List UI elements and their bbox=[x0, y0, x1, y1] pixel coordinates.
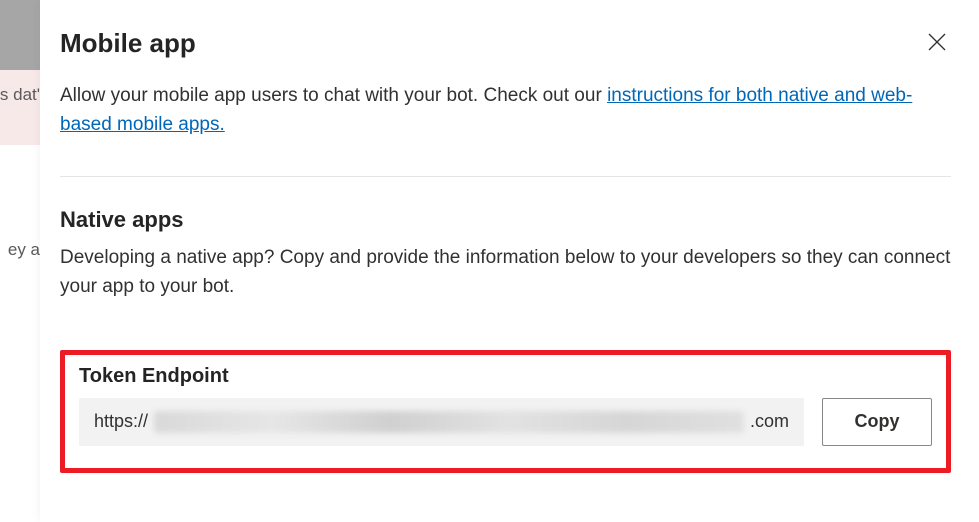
background-panel: 's dat ey a bbox=[0, 0, 40, 522]
page-title: Mobile app bbox=[60, 28, 196, 59]
token-endpoint-input[interactable]: https:// .com bbox=[79, 398, 804, 446]
section-divider bbox=[60, 176, 951, 177]
panel-header: Mobile app bbox=[60, 28, 951, 59]
background-text-fragment: 's dat bbox=[0, 85, 40, 105]
background-strip-dark bbox=[0, 0, 40, 70]
native-apps-heading: Native apps bbox=[60, 207, 951, 233]
background-text-fragment: ey a bbox=[0, 240, 40, 260]
token-endpoint-value-suffix: .com bbox=[750, 411, 789, 432]
close-icon bbox=[927, 32, 947, 52]
token-endpoint-highlight: Token Endpoint https:// .com Copy bbox=[60, 350, 951, 473]
intro-text: Allow your mobile app users to chat with… bbox=[60, 81, 951, 140]
close-button[interactable] bbox=[923, 28, 951, 56]
mobile-app-panel: Mobile app Allow your mobile app users t… bbox=[40, 0, 979, 522]
native-apps-description: Developing a native app? Copy and provid… bbox=[60, 243, 951, 302]
token-endpoint-row: https:// .com Copy bbox=[79, 398, 932, 446]
intro-text-before: Allow your mobile app users to chat with… bbox=[60, 85, 607, 106]
copy-button[interactable]: Copy bbox=[822, 398, 932, 446]
token-endpoint-value-prefix: https:// bbox=[94, 411, 148, 432]
token-endpoint-label: Token Endpoint bbox=[79, 365, 932, 388]
token-endpoint-value-redacted bbox=[154, 411, 744, 433]
background-strip-pink bbox=[0, 70, 40, 145]
